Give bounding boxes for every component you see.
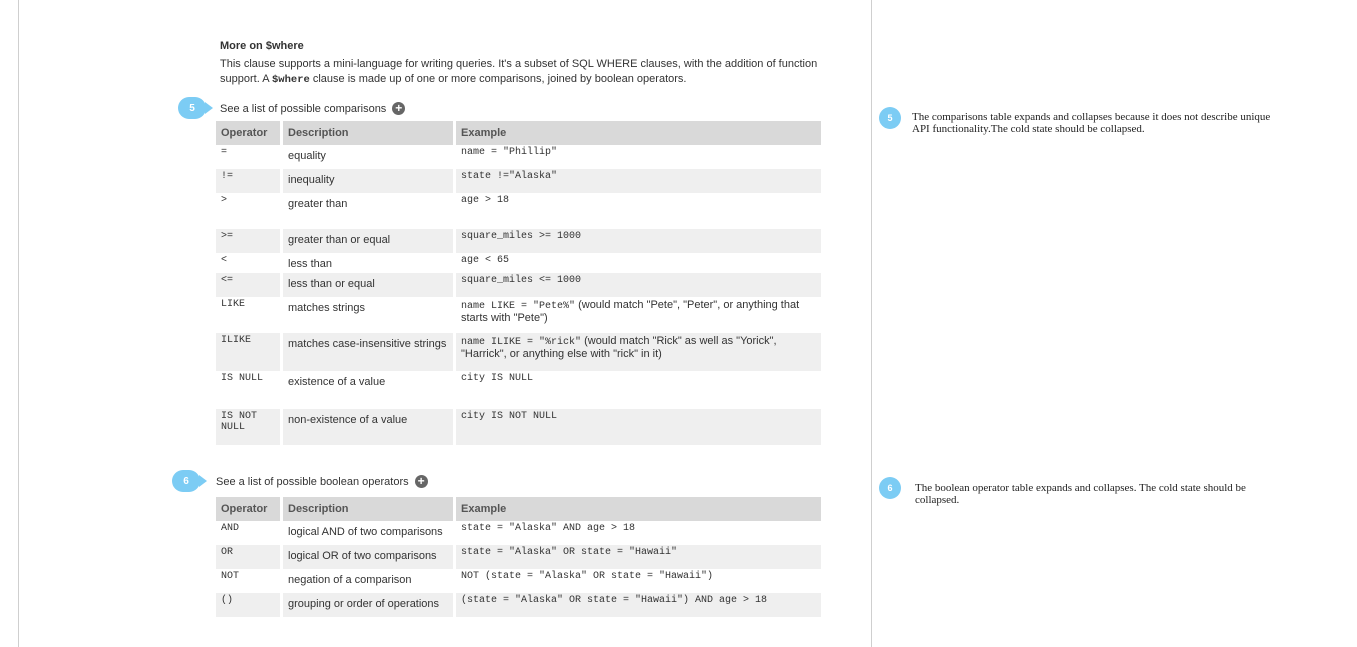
description-cell: matches case-insensitive strings [283,333,456,371]
description-cell: less than [283,253,456,273]
table-row: AND logical AND of two comparisons state =… [216,521,824,545]
booleans-header-row: Operator Description Example [216,497,824,521]
plus-circle-icon[interactable]: + [392,102,406,115]
plus-circle-icon[interactable]: + [414,475,428,488]
example-code: age < 65 [461,255,510,266]
example-cell: city IS NULL [456,371,824,409]
operator-cell: >= [216,229,283,253]
table-row: NOT negation of a comparison NOT (state = … [216,569,824,593]
operator-cell: IS NULL [216,371,283,409]
example-code: square_miles <= 1000 [461,275,582,286]
step-badge-6: 6 [172,470,207,492]
annotation-badge-6: 6 [879,477,901,499]
description-cell: negation of a comparison [283,569,456,593]
operator-cell: NOT [216,569,283,593]
example-code: state = "Alaska" OR state = "Hawaii" [461,547,678,558]
example-cell: age < 65 [456,253,824,273]
operator-cell: AND [216,521,283,545]
table-row: != inequality state !="Alaska" [216,169,824,193]
operator-cell: OR [216,545,283,569]
example-code: state !="Alaska" [461,171,558,182]
operator-cell: () [216,593,283,617]
example-code: state = "Alaska" AND age > 18 [461,523,636,534]
description-cell: existence of a value [283,371,456,409]
description-cell: grouping or order of operations [283,593,456,617]
description-cell: matches strings [283,297,456,333]
step-badge-5: 5 [178,97,213,119]
description-cell: less than or equal [283,273,456,297]
table-row: IS NOT NULL non-existence of a value city … [216,409,824,445]
example-cell: state = "Alaska" AND age > 18 [456,521,824,545]
annotation-divider [871,0,872,647]
example-cell: state = "Alaska" OR state = "Hawaii" [456,545,824,569]
table-row: LIKE matches strings name LIKE = "Pete%" (… [216,297,824,333]
annotation-note-6: The boolean operator table expands and c… [915,482,1246,506]
operator-cell: != [216,169,283,193]
table-row: < less than age < 65 [216,253,824,273]
example-code: city IS NOT NULL [461,411,558,422]
comparisons-header-row: Operator Description Example [216,121,824,145]
example-code: square_miles >= 1000 [461,231,582,242]
example-cell: age > 18 [456,193,824,229]
example-cell: (state = "Alaska" OR state = "Hawaii") A… [456,593,824,617]
description-cell: logical AND of two comparisons [283,521,456,545]
description-cell: logical OR of two comparisons [283,545,456,569]
intro-code: $where [271,74,310,86]
description-cell: inequality [283,169,456,193]
booleans-table: Operator Description Example AND logical … [216,497,824,617]
table-row: = equality name = "Phillip" [216,145,824,169]
operator-cell: ILIKE [216,333,283,371]
operator-cell: IS NOT NULL [216,409,283,445]
example-code: (state = "Alaska" OR state = "Hawaii") A… [461,595,768,606]
example-code: name = "Phillip" [461,147,558,158]
description-cell: greater than or equal [283,229,456,253]
description-cell: non-existence of a value [283,409,456,445]
example-code: name ILIKE = "%rick" [461,337,582,348]
operator-header: Operator [216,497,283,521]
description-cell: greater than [283,193,456,229]
example-code: name LIKE = "Pete%" [461,301,576,312]
description-header: Description [283,497,456,521]
table-row: ILIKE matches case-insensitive strings nam… [216,333,824,371]
table-row: OR logical OR of two comparisons state = "… [216,545,824,569]
example-header: Example [456,497,824,521]
operator-cell: LIKE [216,297,283,333]
operator-cell: > [216,193,283,229]
booleans-toggle-label: See a list of possible boolean operators [216,475,409,488]
example-cell: NOT (state = "Alaska" OR state = "Hawaii… [456,569,824,593]
example-code: NOT (state = "Alaska" OR state = "Hawaii… [461,571,714,582]
table-row: () grouping or order of operations (state … [216,593,824,617]
comparisons-toggle-label: See a list of possible comparisons [220,102,387,115]
example-cell: square_miles >= 1000 [456,229,824,253]
booleans-toggle[interactable]: See a list of possible boolean operators… [216,475,428,488]
comparisons-table: Operator Description Example = equality na… [216,121,824,445]
example-cell: name LIKE = "Pete%" (would match "Pete",… [456,297,824,333]
operator-header: Operator [216,121,283,145]
example-cell: square_miles <= 1000 [456,273,824,297]
description-header: Description [283,121,456,145]
left-border [18,0,19,647]
comparisons-toggle[interactable]: See a list of possible comparisons + [220,102,406,115]
example-cell: state !="Alaska" [456,169,824,193]
example-code: city IS NULL [461,373,534,384]
operator-cell: = [216,145,283,169]
annotation-badge-5: 5 [879,107,901,129]
example-cell: name ILIKE = "%rick" (would match "Rick"… [456,333,824,371]
table-row: <= less than or equal square_miles <= 1000 [216,273,824,297]
example-header: Example [456,121,824,145]
example-cell: name = "Phillip" [456,145,824,169]
description-cell: equality [283,145,456,169]
intro-text-2: clause is made up of one or more compari… [309,73,687,85]
annotation-note-5: The comparisons table expands and collap… [912,111,1271,135]
table-row: > greater than age > 18 [216,193,824,229]
example-code: age > 18 [461,195,510,206]
section-title: More on $where [220,40,304,52]
example-cell: city IS NOT NULL [456,409,824,445]
table-row: IS NULL existence of a value city IS NULL [216,371,824,409]
operator-cell: <= [216,273,283,297]
table-row: >= greater than or equal square_miles >= 1… [216,229,824,253]
operator-cell: < [216,253,283,273]
intro-paragraph: This clause supports a mini-language for… [220,57,830,88]
